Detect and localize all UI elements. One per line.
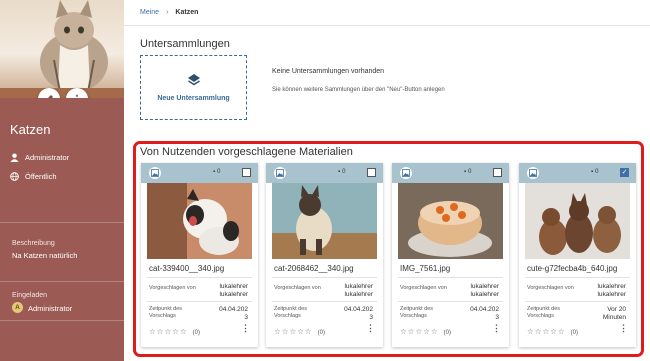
- select-checkbox[interactable]: [367, 168, 376, 177]
- comment-icon: ▪: [464, 169, 467, 175]
- more-vert-icon: ⋮: [492, 323, 501, 333]
- comment-count-value: 0: [217, 169, 221, 175]
- rating-stars[interactable]: ☆☆☆☆☆ (0): [274, 327, 325, 336]
- chevron-right-icon: ›: [166, 9, 169, 16]
- invited-label: Eingeladen: [12, 292, 48, 299]
- suggestion-date-value: Vor 20 Minuten: [602, 306, 626, 321]
- material-thumbnail[interactable]: [525, 183, 630, 259]
- image-type-icon: [149, 167, 161, 179]
- sidebar: ⋮ Katzen Administrator Öffentlich Beschr…: [0, 0, 124, 361]
- subcollections-hint: Sie können weitere Sammlungen über den "…: [272, 87, 445, 93]
- card-header: ▪ 0: [141, 163, 258, 183]
- new-subcollection-button[interactable]: Neue Untersammlung: [140, 55, 247, 120]
- more-vert-icon: ⋮: [241, 323, 250, 333]
- comment-count[interactable]: ▪ 0: [591, 169, 598, 175]
- card-header: ▪ 0 ✓: [519, 163, 636, 183]
- rating-count: (0): [192, 330, 200, 336]
- suggested-materials-title: Von Nutzenden vorgeschlagene Materialien: [140, 146, 353, 158]
- collection-title: Katzen: [10, 122, 51, 137]
- comment-count-value: 0: [595, 169, 599, 175]
- select-checkbox[interactable]: [493, 168, 502, 177]
- description-label: Beschreibung: [12, 240, 55, 247]
- divider: [0, 222, 124, 223]
- owner-name: Administrator: [25, 153, 70, 162]
- rating-stars[interactable]: ☆☆☆☆☆ (0): [149, 327, 200, 336]
- breadcrumb: Meine › Katzen: [124, 0, 650, 26]
- comment-count-value: 0: [468, 169, 472, 175]
- suggestion-date-value: 04.04.202 3: [470, 306, 499, 321]
- visibility-row: Öffentlich: [10, 172, 57, 181]
- suggested-by-value: lukalehrer lukalehrer: [597, 283, 626, 298]
- subcollections-title: Untersammlungen: [140, 38, 230, 50]
- empty-subcollections-text: Keine Untersammlungen vorhanden: [272, 68, 385, 75]
- image-type-icon: [527, 167, 539, 179]
- suggested-by-label: Vorgeschlagen von: [400, 285, 447, 291]
- card-menu-button[interactable]: ⋮: [241, 323, 250, 334]
- owner-row: Administrator: [10, 153, 69, 162]
- file-name[interactable]: cat-339400__340.jpg: [149, 264, 224, 273]
- visibility-label: Öffentlich: [25, 172, 57, 181]
- card-header: ▪ 0: [392, 163, 509, 183]
- more-vert-icon: ⋮: [72, 93, 83, 99]
- person-icon: [10, 153, 19, 162]
- suggested-by-value: lukalehrer lukalehrer: [219, 283, 248, 298]
- rating-count: (0): [317, 330, 325, 336]
- image-type-icon: [274, 167, 286, 179]
- suggestion-date-value: 04.04.202 3: [344, 306, 373, 321]
- invited-user-name: Administrator: [28, 304, 73, 313]
- breadcrumb-current: Katzen: [175, 9, 199, 16]
- layers-icon: [187, 74, 200, 86]
- suggestion-date-label: Zeitpunkt des Vorschlags: [527, 306, 561, 319]
- suggestion-date-label: Zeitpunkt des Vorschlags: [274, 306, 308, 319]
- card-menu-button[interactable]: ⋮: [492, 323, 501, 334]
- suggested-by-label: Vorgeschlagen von: [527, 285, 574, 291]
- material-thumbnail[interactable]: [398, 183, 503, 259]
- rating-stars[interactable]: ☆☆☆☆☆ (0): [527, 327, 578, 336]
- file-name[interactable]: cat-2068462__340.jpg: [274, 264, 354, 273]
- image-type-icon: [400, 167, 412, 179]
- card-header: ▪ 0: [266, 163, 383, 183]
- suggestion-date-label: Zeitpunkt des Vorschlags: [149, 306, 183, 319]
- pencil-icon: [48, 95, 53, 98]
- suggestion-date-value: 04.04.202 3: [219, 306, 248, 321]
- material-card[interactable]: ▪ 0 ✓ cute-g72fecba4b_640.jpg Vorgeschlag…: [519, 163, 636, 347]
- material-thumbnail[interactable]: [272, 183, 377, 259]
- comment-icon: ▪: [213, 169, 216, 175]
- suggested-by-label: Vorgeschlagen von: [274, 285, 321, 291]
- suggestion-date-label: Zeitpunkt des Vorschlags: [400, 306, 434, 319]
- avatar: A: [12, 302, 23, 313]
- material-card[interactable]: ▪ 0 cat-2068462__340.jpg Vorgeschlagen vo…: [266, 163, 383, 347]
- select-checkbox[interactable]: [242, 168, 251, 177]
- comment-count-value: 0: [342, 169, 346, 175]
- more-vert-icon: ⋮: [619, 323, 628, 333]
- file-name[interactable]: cute-g72fecba4b_640.jpg: [527, 264, 617, 273]
- suggested-by-label: Vorgeschlagen von: [149, 285, 196, 291]
- select-checkbox-checked[interactable]: ✓: [620, 168, 629, 177]
- comment-count[interactable]: ▪ 0: [213, 169, 220, 175]
- suggested-by-value: lukalehrer lukalehrer: [344, 283, 373, 298]
- rating-stars[interactable]: ☆☆☆☆☆ (0): [400, 327, 451, 336]
- suggested-by-value: lukalehrer lukalehrer: [470, 283, 499, 298]
- new-subcollection-label: Neue Untersammlung: [157, 95, 230, 102]
- comment-icon: ▪: [591, 169, 594, 175]
- material-card[interactable]: ▪ 0 cat-339400__340.jpg Vorgeschlagen von…: [141, 163, 258, 347]
- collection-cover-image: ⋮: [0, 0, 124, 98]
- divider: [0, 320, 124, 321]
- material-thumbnail[interactable]: [147, 183, 252, 259]
- globe-icon: [10, 172, 19, 181]
- card-menu-button[interactable]: ⋮: [366, 323, 375, 334]
- comment-icon: ▪: [338, 169, 341, 175]
- file-name[interactable]: IMG_7561.jpg: [400, 264, 450, 273]
- rating-count: (0): [443, 330, 451, 336]
- comment-count[interactable]: ▪ 0: [338, 169, 345, 175]
- material-card[interactable]: ▪ 0 IMG_7561.jpg Vorgeschlagen von lukale…: [392, 163, 509, 347]
- more-vert-icon: ⋮: [366, 323, 375, 333]
- rating-count: (0): [570, 330, 578, 336]
- comment-count[interactable]: ▪ 0: [464, 169, 471, 175]
- description-text: Na Katzen natürlich: [12, 251, 78, 260]
- card-menu-button[interactable]: ⋮: [619, 323, 628, 334]
- divider: [0, 281, 124, 282]
- breadcrumb-home-link[interactable]: Meine: [140, 9, 159, 16]
